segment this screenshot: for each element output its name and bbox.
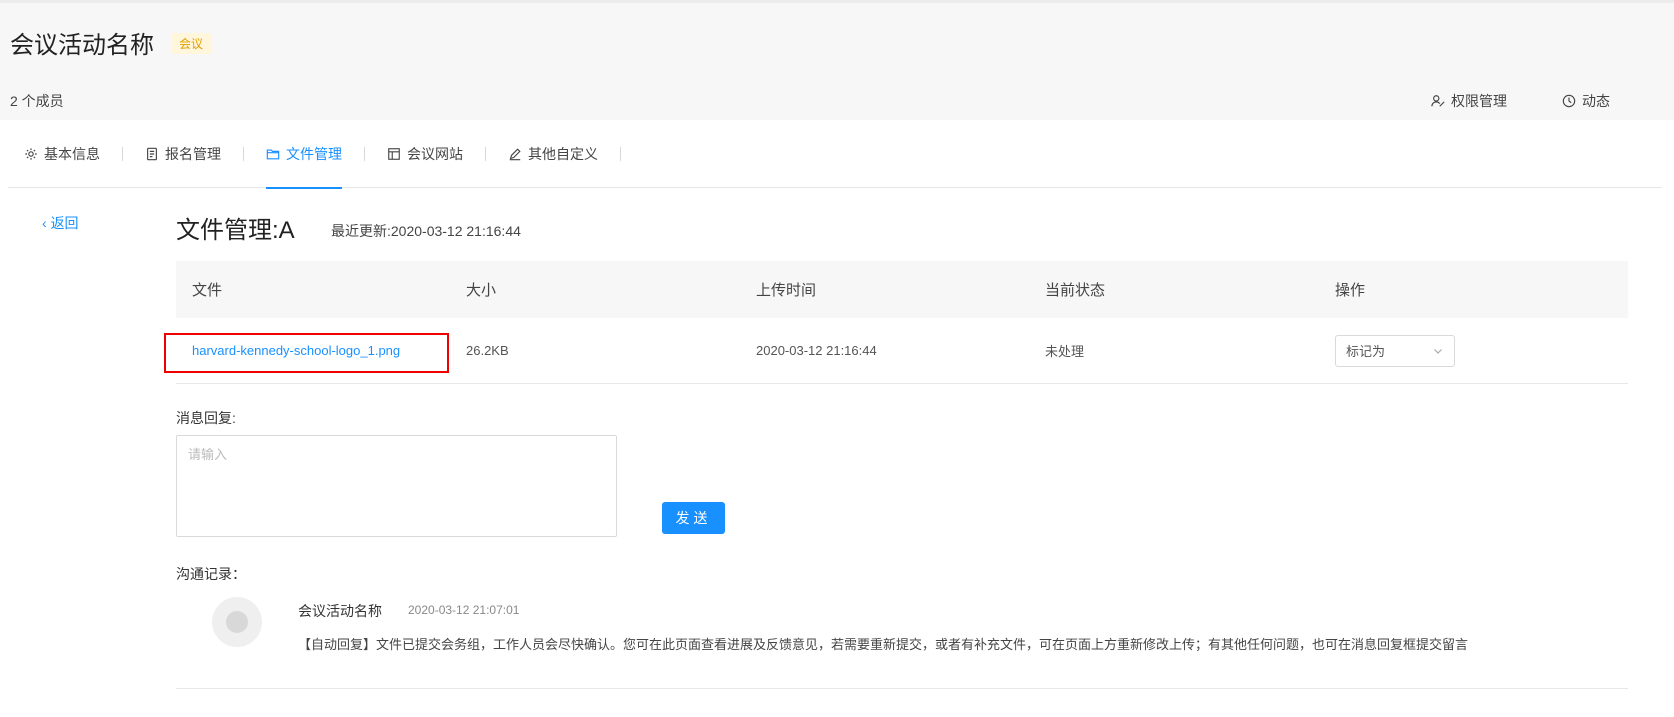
avatar-placeholder-icon: [226, 611, 248, 633]
send-button[interactable]: 发送: [662, 502, 725, 534]
member-count: 2 个成员: [10, 93, 64, 109]
tab-other-custom[interactable]: 其他自定义: [508, 120, 598, 188]
event-type-badge: 会议: [171, 33, 212, 54]
column-header-action: 操作: [1335, 282, 1366, 299]
back-link[interactable]: ‹ 返回: [42, 213, 79, 233]
event-title: 会议活动名称: [10, 32, 154, 59]
tab-bar: 基本信息 报名管理 文件管理 会议网站 其他自定义: [8, 120, 1662, 189]
gear-icon: [25, 147, 37, 160]
highlight-box: [164, 333, 449, 373]
last-update: 最近更新:2020-03-12 21:16:44: [331, 223, 521, 239]
tab-label: 基本信息: [44, 145, 100, 162]
chevron-left-icon: ‹: [42, 215, 47, 231]
upload-time: 2020-03-12 21:16:44: [756, 343, 877, 358]
folder-icon: [266, 148, 280, 159]
log-message: 【自动回复】文件已提交会务组，工作人员会尽快确认。您可在此页面查看进展及反馈意见…: [298, 637, 1469, 652]
avatar: [212, 597, 262, 647]
activity-button[interactable]: 动态: [1562, 91, 1610, 111]
tab-divider: [485, 146, 486, 161]
page-title: 文件管理:A: [176, 217, 295, 244]
tab-basic-info[interactable]: 基本信息: [24, 120, 100, 188]
column-header-upload-time: 上传时间: [756, 282, 817, 299]
table-header: 文件 大小 上传时间 当前状态 操作: [176, 261, 1628, 318]
edit-icon: [509, 147, 521, 160]
back-label: 返回: [50, 215, 79, 231]
tab-divider: [243, 146, 244, 161]
tab-label: 报名管理: [165, 145, 221, 162]
activity-label: 动态: [1582, 93, 1610, 109]
column-header-size: 大小: [466, 282, 497, 299]
permissions-button[interactable]: 权限管理: [1431, 91, 1507, 111]
file-size: 26.2KB: [466, 343, 509, 358]
mark-as-select[interactable]: 标记为: [1335, 334, 1455, 367]
tab-divider: [364, 146, 365, 161]
permissions-label: 权限管理: [1451, 93, 1507, 109]
tab-registration[interactable]: 报名管理: [145, 120, 221, 188]
log-time: 2020-03-12 21:07:01: [408, 603, 520, 617]
tab-divider: [122, 146, 123, 161]
column-header-file: 文件: [192, 282, 223, 299]
log-author: 会议活动名称: [298, 603, 382, 619]
tab-file-management[interactable]: 文件管理: [266, 120, 342, 189]
reply-label: 消息回复:: [176, 410, 236, 426]
tab-divider: [620, 146, 621, 161]
form-icon: [147, 147, 157, 160]
tab-conference-website[interactable]: 会议网站: [387, 120, 463, 188]
log-label: 沟通记录：: [176, 566, 246, 582]
reply-input[interactable]: [176, 435, 617, 537]
select-value: 标记为: [1346, 344, 1386, 359]
status-text: 未处理: [1045, 344, 1085, 359]
column-header-status: 当前状态: [1045, 282, 1106, 299]
tab-label: 会议网站: [407, 145, 463, 162]
user-permission-icon: [1431, 95, 1445, 107]
page-header: 会议活动名称 会议 2 个成员 权限管理 动态: [0, 0, 1674, 120]
layout-icon: [388, 147, 400, 160]
tab-label: 文件管理: [286, 145, 342, 162]
clock-icon: [1562, 94, 1576, 108]
tab-label: 其他自定义: [528, 145, 598, 162]
chevron-down-icon: [1434, 348, 1442, 354]
divider: [176, 688, 1628, 689]
